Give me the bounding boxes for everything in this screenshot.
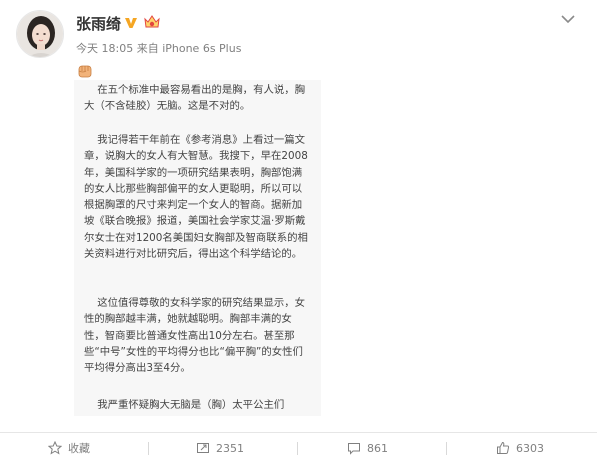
like-button[interactable]: 6303: [496, 433, 544, 463]
comment-icon: [348, 443, 360, 455]
post-meta: 今天 18:05 来自 iPhone 6s Plus: [76, 40, 241, 56]
article-paragraph: 在五个标准中最容易看出的是胸，有人说，胸大（不含硅胶）无脑。这是不对的。: [84, 84, 306, 113]
separator: [148, 442, 149, 455]
weibo-post-card: 张雨绮 今天 18:05 来自 iPhone 6s Plus 在五个标准中最容易…: [0, 0, 597, 463]
article-paragraph: 我严重怀疑胸大无脑是（胸）太平公主们: [84, 399, 285, 411]
separator: [297, 442, 298, 455]
thumbs-up-icon: [497, 441, 510, 454]
chevron-down-icon[interactable]: [560, 10, 576, 24]
member-badge-icon[interactable]: [143, 14, 161, 30]
repost-button[interactable]: 2351: [196, 433, 244, 463]
repost-icon: [197, 443, 209, 453]
avatar[interactable]: [16, 10, 64, 58]
verified-v-icon: [124, 15, 138, 29]
like-count: 6303: [516, 441, 544, 455]
favorite-label: 收藏: [68, 442, 90, 455]
post-timestamp[interactable]: 今天 18:05: [76, 42, 133, 55]
comment-button[interactable]: 861: [347, 433, 388, 463]
author-name[interactable]: 张雨绮: [76, 13, 121, 34]
action-bar: 收藏 2351 861 6303: [0, 433, 597, 463]
post-source[interactable]: 来自 iPhone 6s Plus: [137, 42, 242, 55]
article-paragraph: 这位值得尊敬的女科学家的研究结果显示，女性的胸部越丰满，她就越聪明。胸部丰满的女…: [84, 297, 306, 375]
article-paragraph: 我记得若干年前在《参考消息》上看过一篇文章，说胸大的女人有大智慧。我搜下，早在2…: [84, 134, 308, 261]
long-text-image[interactable]: 在五个标准中最容易看出的是胸，有人说，胸大（不含硅胶）无脑。这是不对的。 我记得…: [74, 80, 321, 416]
comment-count: 861: [367, 441, 388, 455]
star-icon: [48, 441, 62, 455]
separator: [446, 442, 447, 455]
fist-emoji-icon: [76, 62, 94, 80]
favorite-button[interactable]: 收藏: [48, 433, 90, 463]
repost-count: 2351: [216, 441, 244, 455]
